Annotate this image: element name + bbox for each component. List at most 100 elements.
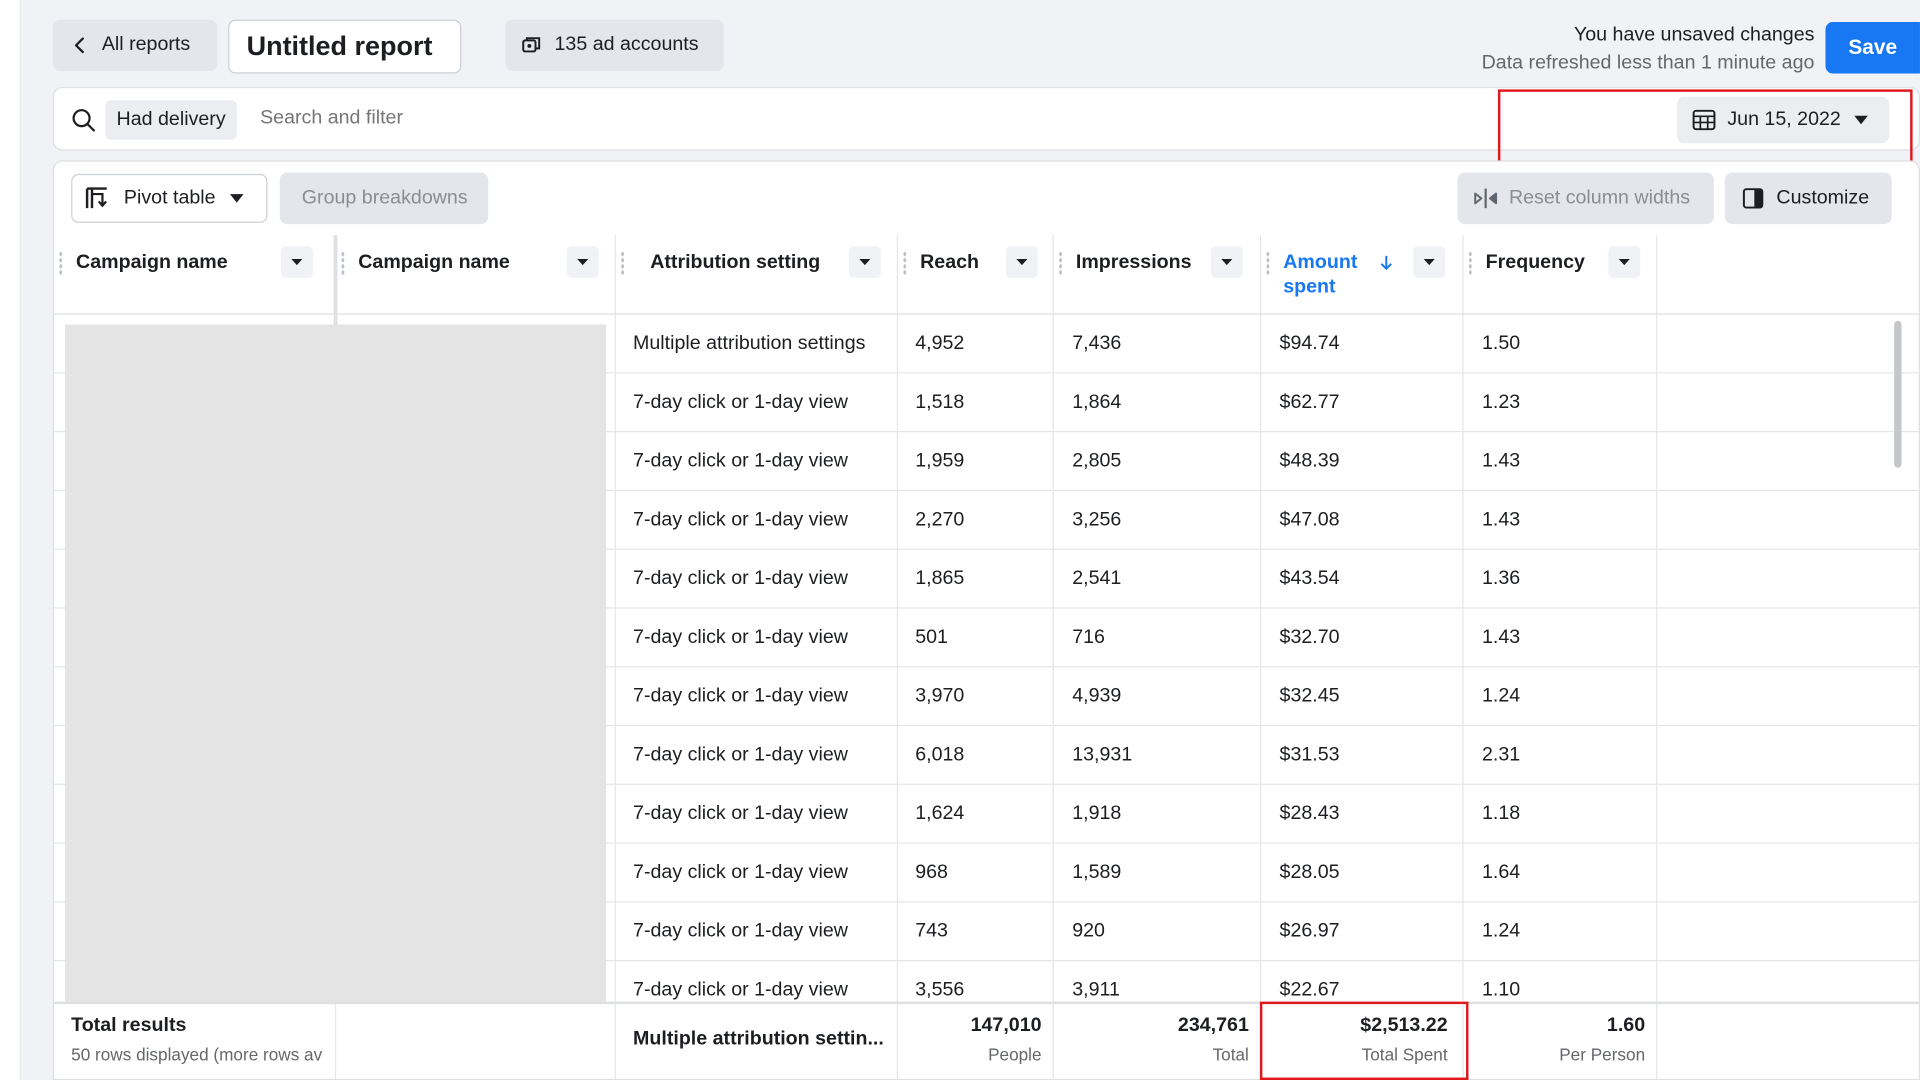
attribution-cell: 7-day click or 1-day view — [616, 902, 899, 962]
totals-frequency-unit: Per Person — [1559, 1044, 1646, 1065]
amount-spent-cell: $48.39 — [1261, 432, 1464, 492]
attribution-cell: 7-day click or 1-day view — [616, 726, 899, 785]
vertical-scrollbar[interactable] — [1894, 320, 1902, 468]
frequency-cell: 1.18 — [1464, 784, 1658, 844]
unsaved-changes-text: You have unsaved changes — [1573, 24, 1815, 46]
redacted-campaign-names — [65, 324, 607, 1002]
frozen-column-separator[interactable] — [333, 235, 338, 326]
column-header-reach[interactable]: Reach — [898, 235, 1054, 315]
column-menu-button[interactable] — [1608, 246, 1641, 278]
column-drag-handle[interactable] — [1058, 251, 1063, 276]
filter-chip-had-delivery[interactable]: Had delivery — [105, 100, 237, 140]
column-menu-button[interactable] — [1005, 246, 1038, 278]
attribution-cell: 7-day click or 1-day view — [616, 843, 899, 903]
ad-accounts-button[interactable]: 135 ad accounts — [505, 19, 724, 72]
reset-column-widths-button[interactable]: Reset column widths — [1457, 172, 1714, 225]
customize-columns-icon — [1742, 187, 1764, 209]
column-header-label: Amount spent — [1283, 252, 1358, 298]
totals-attribution: Multiple attribution settin... — [633, 1028, 884, 1050]
ad-accounts-icon — [521, 36, 543, 56]
amount-spent-cell: $31.53 — [1261, 726, 1464, 785]
frequency-cell: 1.43 — [1464, 491, 1658, 550]
column-header-attribution-setting[interactable]: Attribution setting — [616, 235, 899, 315]
reset-columns-icon — [1473, 187, 1498, 209]
frequency-cell: 1.24 — [1464, 667, 1658, 727]
impressions-cell: 716 — [1054, 608, 1262, 668]
reach-cell: 6,018 — [898, 726, 1054, 785]
frequency-cell: 1.43 — [1464, 432, 1658, 492]
column-header-impressions[interactable]: Impressions — [1054, 235, 1262, 315]
column-menu-button[interactable] — [1413, 246, 1446, 278]
column-header-label: Campaign name — [358, 252, 510, 274]
attribution-cell: Multiple attribution settings — [616, 314, 899, 374]
group-breakdowns-button[interactable]: Group breakdowns — [279, 172, 489, 225]
column-drag-handle[interactable] — [620, 251, 625, 276]
totals-reach-unit: People — [988, 1044, 1042, 1065]
totals-impressions-unit: Total — [1212, 1044, 1249, 1065]
reach-cell: 501 — [898, 608, 1054, 668]
column-header-campaign-name[interactable]: Campaign name — [54, 235, 337, 315]
caret-down-icon — [229, 193, 244, 203]
column-header-campaign-name-2[interactable]: Campaign name — [336, 235, 616, 315]
column-menu-button[interactable] — [566, 246, 599, 278]
column-drag-handle[interactable] — [341, 251, 345, 276]
all-reports-button[interactable]: All reports — [52, 19, 218, 72]
rows-displayed-text: 50 rows displayed (more rows av — [71, 1044, 323, 1065]
amount-spent-cell: $26.97 — [1261, 902, 1464, 962]
column-drag-handle[interactable] — [1266, 251, 1270, 276]
totals-empty-cell — [336, 1004, 616, 1079]
all-reports-label: All reports — [101, 34, 191, 56]
reach-cell: 1,959 — [898, 432, 1054, 492]
amount-spent-cell: $28.43 — [1261, 784, 1464, 844]
ad-accounts-label: 135 ad accounts — [554, 34, 699, 56]
amount-spent-cell: $62.77 — [1261, 373, 1464, 433]
frequency-cell: 2.31 — [1464, 726, 1658, 785]
column-header-frequency[interactable]: Frequency — [1464, 235, 1658, 315]
amount-spent-cell: $32.70 — [1261, 608, 1464, 668]
column-menu-button[interactable] — [1210, 246, 1243, 278]
column-drag-handle[interactable] — [58, 251, 63, 276]
impressions-cell: 920 — [1054, 902, 1262, 962]
data-refreshed-text: Data refreshed less than 1 minute ago — [1481, 52, 1815, 74]
amount-spent-cell: $94.74 — [1261, 314, 1464, 374]
group-breakdowns-label: Group breakdowns — [301, 187, 468, 209]
impressions-cell: 4,939 — [1054, 667, 1262, 727]
customize-button[interactable]: Customize — [1724, 172, 1892, 225]
totals-label: Total results — [71, 1015, 187, 1036]
totals-row: Total results 50 rows displayed (more ro… — [53, 1001, 1919, 1079]
impressions-cell: 2,541 — [1054, 549, 1262, 609]
attribution-cell: 7-day click or 1-day view — [616, 549, 899, 609]
search-input[interactable] — [250, 102, 987, 135]
column-menu-button[interactable] — [280, 246, 313, 278]
column-header-amount-spent[interactable]: Amount spent — [1261, 235, 1464, 315]
column-menu-button[interactable] — [848, 246, 881, 278]
impressions-cell: 1,918 — [1054, 784, 1262, 844]
save-button[interactable]: Save — [1825, 22, 1920, 74]
column-header-label: Attribution setting — [650, 252, 821, 274]
attribution-cell: 7-day click or 1-day view — [616, 373, 899, 433]
sort-descending-icon[interactable] — [1380, 255, 1392, 271]
totals-reach: 147,010 — [970, 1015, 1042, 1036]
report-title[interactable]: Untitled report — [228, 19, 462, 74]
pivot-table-button[interactable]: Pivot table — [71, 173, 268, 223]
reach-cell: 743 — [898, 902, 1054, 962]
column-drag-handle[interactable] — [1468, 251, 1473, 276]
frequency-cell: 1.36 — [1464, 549, 1658, 609]
attribution-cell: 7-day click or 1-day view — [616, 608, 899, 668]
amount-spent-cell: $43.54 — [1261, 549, 1464, 609]
pivot-table-icon — [85, 186, 110, 210]
search-icon — [71, 108, 96, 132]
filter-chip-label: Had delivery — [116, 108, 226, 130]
reach-cell: 1,865 — [898, 549, 1054, 609]
frequency-cell: 1.50 — [1464, 314, 1658, 374]
column-drag-handle[interactable] — [902, 251, 907, 276]
reset-column-widths-label: Reset column widths — [1508, 187, 1691, 209]
attribution-cell: 7-day click or 1-day view — [616, 432, 899, 492]
date-highlight-box — [1497, 89, 1913, 166]
frequency-cell: 1.23 — [1464, 373, 1658, 433]
impressions-cell: 1,864 — [1054, 373, 1262, 433]
reach-cell: 1,518 — [898, 373, 1054, 433]
reach-cell: 968 — [898, 843, 1054, 903]
impressions-cell: 13,931 — [1054, 726, 1262, 785]
amount-spent-cell: $47.08 — [1261, 491, 1464, 550]
